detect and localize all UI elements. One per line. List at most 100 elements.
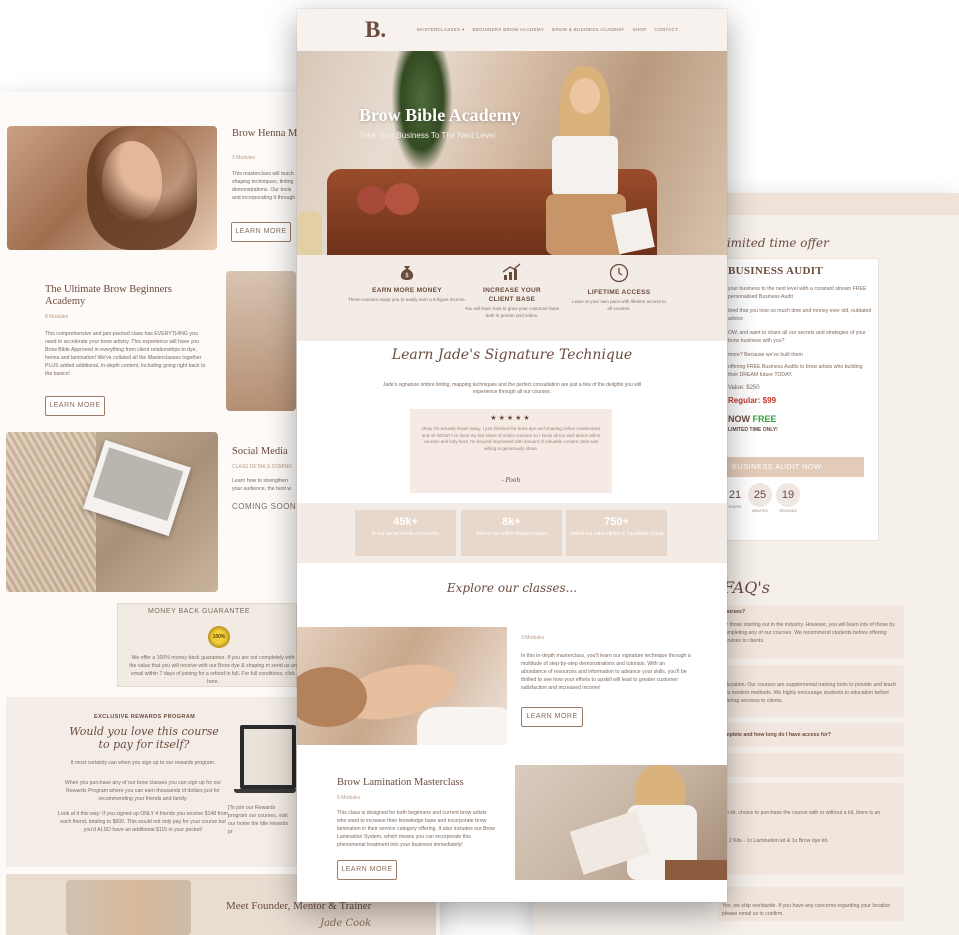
faq-item-6[interactable]: Yes, we ship worldwide. If you have any … — [718, 887, 904, 921]
feature-lifetime-access: LIFETIME ACCESS Learn at your own pace w… — [559, 263, 679, 312]
hero-vase — [297, 211, 322, 255]
beginners-learn-more-button[interactable]: LEARN MORE — [45, 396, 105, 416]
signature-text: Jade's signature ombre tinting, mapping … — [382, 382, 642, 395]
hero-title: Brow Bible Academy — [359, 105, 521, 125]
guarantee-badge-icon: 100% — [208, 626, 230, 648]
timer-minutes-unit: MINUTES — [752, 509, 768, 513]
nav-beginners-academy[interactable]: BEGINNERS BROW ACADEMY — [473, 27, 545, 33]
business-audit-card: BUSINESS AUDIT your business to the next… — [723, 258, 879, 541]
business-audit-cta-button[interactable]: BUSINESS AUDIT NOW — [724, 457, 864, 477]
money-back-box: MONEY BACK GUARANTEE 100% We offer a 100… — [117, 603, 297, 687]
class2-title: Brow Lamination Masterclass — [337, 777, 464, 788]
stat-masterclasses: 8k+ Joined our online Masterclasses — [461, 510, 562, 556]
guarantee-badge-text: 100% — [212, 634, 226, 640]
feature-client-desc: You will learn how to grow your customer… — [464, 306, 560, 318]
testimonial-text: Okay I'm actually blown away. I just fin… — [421, 426, 601, 451]
timer-hours-value: 21 — [728, 489, 742, 501]
testimonial-author: - Pooh — [501, 477, 521, 484]
brow-henna-desc: This masterclass will teach shaping tech… — [232, 171, 296, 201]
stat-masterclasses-value: 8k+ — [502, 516, 521, 528]
timer-seconds-unit: SECONDS — [779, 509, 797, 513]
beginners-title: The Ultimate Brow Beginners Academy — [45, 284, 172, 307]
rewards-p1: It most certainly can when you sign up t… — [70, 760, 216, 766]
limited-note: LIMITED TIME ONLY! — [728, 427, 778, 433]
now-label: NOW — [728, 414, 750, 424]
money-back-text: We offer a 100% money-back guarantee. If… — [129, 655, 297, 685]
stat-subscription: 750+ Joined our subscription & Facebook … — [566, 510, 667, 556]
offer-p4: more? Because we've built them — [728, 352, 803, 358]
founder-photo — [66, 880, 191, 935]
faq-6-answer: Yes, we ship worldwide. If you have any … — [722, 903, 891, 917]
stat-subscription-label: Joined our subscription & Facebook Group — [569, 531, 664, 537]
faq-item-5[interactable]: ion kit. choice to purchase the course w… — [718, 783, 904, 875]
beginners-photo — [226, 271, 296, 411]
faq-item-4[interactable] — [718, 753, 904, 777]
nav-shop[interactable]: SHOP — [633, 27, 647, 33]
offer-script-title: limited time offer — [723, 236, 829, 250]
rewards-p3: Look at it this way: If you signed up ON… — [58, 811, 228, 833]
timer-minutes-value: 25 — [753, 489, 767, 501]
social-media-title: Social Media — [232, 446, 288, 457]
class2-photo — [515, 765, 727, 880]
offer-p1: your business to the next level with a c… — [728, 286, 867, 300]
faq-5-answer-b: ke 2 Kits - 1x Lamination kit & 1x Brow … — [722, 838, 829, 844]
faq-item-3[interactable]: omplete and how long do I have access fo… — [718, 723, 904, 747]
countdown-timer: 21 HOURS 25 MINUTES 19 SECONDS — [724, 483, 880, 529]
class1-learn-more-button[interactable]: LEARN MORE — [521, 707, 583, 727]
class2-learn-more-button[interactable]: LEARN MORE — [337, 860, 397, 880]
offer-p3: OW, and want to share all our secrets an… — [728, 330, 866, 344]
social-media-photo — [6, 432, 218, 592]
offer-title: BUSINESS AUDIT — [728, 265, 823, 277]
svg-text:$: $ — [405, 272, 409, 279]
rewards-label: EXCLUSIVE REWARDS PROGRAM — [94, 714, 196, 720]
faq-item-2[interactable]: education. Our courses are supplemental … — [718, 665, 904, 717]
main-nav: MASTERCLASSES ▾ BEGINNERS BROW ACADEMY B… — [409, 27, 678, 33]
clock-icon — [609, 263, 629, 283]
value-price: Value: $250 — [728, 385, 760, 391]
explore-heading: Explore our classes... — [446, 581, 578, 595]
nav-contact[interactable]: CONTACT — [655, 27, 679, 33]
feature-earn-title: EARN MORE MONEY — [372, 287, 442, 294]
offer-p2: tired that you lose so much time and mon… — [728, 308, 872, 322]
feature-lifetime-desc: Learn at your own pace with lifetime acc… — [572, 299, 666, 311]
brow-henna-modules: 3 Modules — [232, 155, 256, 161]
stat-masterclasses-label: Joined our online Masterclasses — [475, 531, 548, 537]
timer-hours-unit: HOURS — [728, 505, 742, 509]
rewards-heading: Would you love this course to pay for it… — [69, 725, 219, 751]
nav-business-academy[interactable]: BROW & BUSINESS ACADEMY — [552, 27, 624, 33]
social-media-meta: CLASS DETAILS COMING — [232, 464, 293, 470]
class1-photo — [297, 627, 507, 745]
hero-section: Brow Bible Academy Take Your Business To… — [297, 51, 727, 255]
class1-desc: In this in-depth masterclass, you'll lea… — [521, 653, 691, 691]
site-header: B. MASTERCLASSES ▾ BEGINNERS BROW ACADEM… — [297, 9, 727, 51]
class2-desc: This class is designed for both beginner… — [337, 810, 495, 848]
money-bag-icon: $ — [400, 266, 414, 280]
feature-earn-desc: These courses equip you to easily earn a… — [348, 297, 466, 302]
brow-henna-learn-more-button[interactable]: LEARN MORE — [231, 222, 291, 242]
stat-subscription-value: 750+ — [604, 516, 629, 528]
class2-modules: 6 Modules — [337, 795, 361, 801]
money-back-title: MONEY BACK GUARANTEE — [148, 608, 251, 615]
growth-chart-icon — [502, 263, 521, 280]
timer-hours: 21 HOURS — [724, 489, 746, 509]
stat-community: 45k+ In our social media community — [355, 510, 456, 556]
faq-1-answer: for those starting out in the industry. … — [722, 622, 895, 644]
timer-seconds: 19 SECONDS — [776, 483, 800, 513]
beginners-modules: 8 Modules — [45, 314, 69, 320]
testimonial-stars: ★★★★★ — [490, 415, 532, 422]
timer-seconds-value: 19 — [781, 489, 795, 501]
faq-3-question: omplete and how long do I have access fo… — [722, 732, 831, 738]
regular-price: Regular: $99 — [728, 396, 777, 405]
stat-community-value: 45k+ — [393, 516, 418, 528]
feature-client-base: INCREASE YOUR CLIENT BASE You will learn… — [452, 263, 572, 319]
feature-client-title: INCREASE YOUR CLIENT BASE — [483, 287, 541, 303]
stat-community-label: In our social media community — [371, 531, 440, 537]
faq-item-1[interactable]: courses? for those starting out in the i… — [718, 605, 904, 659]
founder-signature: Jade Cook — [320, 918, 372, 929]
free-label: FREE — [752, 414, 777, 424]
testimonial-card: ★★★★★ Okay I'm actually blown away. I ju… — [410, 409, 612, 493]
social-media-desc: Learn how to strengthen your audience, t… — [232, 478, 292, 492]
site-logo[interactable]: B. — [365, 17, 386, 43]
nav-masterclasses[interactable]: MASTERCLASSES ▾ — [417, 27, 465, 33]
rewards-p2: When you purchase any of our brow classe… — [64, 780, 222, 802]
